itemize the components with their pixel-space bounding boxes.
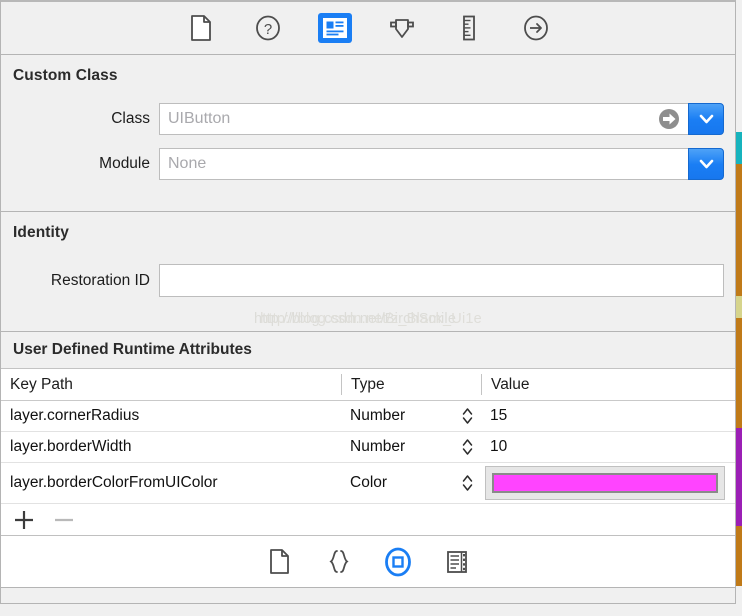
class-input[interactable]: UIButton — [159, 103, 688, 135]
module-input[interactable]: None — [159, 148, 688, 180]
edge-segment — [736, 526, 742, 586]
add-attribute-button[interactable] — [13, 509, 35, 531]
module-row: Module None — [1, 148, 735, 180]
row-value[interactable] — [481, 466, 735, 500]
row-key-path[interactable]: layer.borderColorFromUIColor — [1, 474, 341, 492]
edge-segment — [736, 0, 742, 132]
chevron-down-icon — [699, 114, 713, 124]
restoration-id-label: Restoration ID — [50, 271, 150, 289]
stepper-icon[interactable] — [462, 407, 473, 425]
row-value[interactable]: 15 — [481, 407, 735, 425]
custom-class-section: Custom Class Class UIButton Module None — [0, 55, 736, 212]
connections-inspector-icon[interactable] — [519, 13, 553, 43]
remove-attribute-button[interactable] — [53, 509, 75, 531]
media-library-icon[interactable] — [441, 547, 473, 577]
class-field-wrap: UIButton — [159, 103, 724, 135]
xcode-identity-inspector: ? Custom Class Class UIButton Module Non… — [0, 0, 742, 616]
restoration-id-row: Restoration ID — [1, 264, 735, 297]
runtime-attributes-section: User Defined Runtime Attributes Key Path… — [0, 332, 736, 536]
size-inspector-icon[interactable] — [452, 13, 486, 43]
class-label: Class — [111, 110, 150, 127]
background-window-edge — [736, 0, 742, 616]
attributes-inspector-icon[interactable] — [385, 13, 419, 43]
edge-segment — [736, 296, 742, 318]
identity-title: Identity — [13, 224, 69, 241]
stepper-icon[interactable] — [462, 438, 473, 456]
runtime-attributes-title: User Defined Runtime Attributes — [1, 332, 735, 369]
restoration-id-input[interactable] — [159, 264, 724, 297]
identity-section: Identity Restoration ID http://blog.csdn… — [0, 212, 736, 332]
watermark-overlay: http://blog.csdn.net/BirchSmilehttp://bl… — [1, 311, 735, 327]
runtime-attributes-table-header: Key Path Type Value — [1, 369, 735, 401]
table-row[interactable]: layer.borderColorFromUIColor Color — [1, 463, 735, 504]
quick-help-inspector-icon[interactable]: ? — [251, 13, 285, 43]
row-key-path[interactable]: layer.cornerRadius — [1, 407, 341, 425]
chevron-down-icon — [699, 159, 713, 169]
library-toolbar — [0, 536, 736, 588]
edge-segment — [736, 164, 742, 296]
column-header-value[interactable]: Value — [481, 374, 735, 395]
class-dropdown-button[interactable] — [688, 103, 724, 135]
file-template-icon[interactable] — [264, 547, 296, 577]
color-well[interactable] — [485, 466, 725, 500]
custom-class-title: Custom Class — [13, 67, 118, 84]
row-type[interactable]: Color — [341, 474, 481, 492]
row-type[interactable]: Number — [341, 438, 481, 456]
module-dropdown-button[interactable] — [688, 148, 724, 180]
watermark-line-a: http://blog.csdn.net/BirchSmile — [254, 311, 457, 327]
edge-segment — [736, 428, 742, 526]
row-value[interactable]: 10 — [481, 438, 735, 456]
row-key-path[interactable]: layer.borderWidth — [1, 438, 341, 456]
row-type-label: Number — [350, 407, 406, 424]
file-inspector-icon[interactable] — [184, 13, 218, 43]
object-library-icon[interactable] — [382, 547, 414, 577]
runtime-attributes-footer — [1, 504, 735, 536]
row-type-label: Number — [350, 438, 406, 455]
restoration-field-wrap — [159, 264, 724, 297]
color-swatch[interactable] — [492, 473, 718, 493]
column-header-key-path[interactable]: Key Path — [1, 374, 341, 395]
jump-to-definition-icon[interactable] — [658, 108, 680, 130]
module-field-wrap: None — [159, 148, 724, 180]
edge-segment — [736, 132, 742, 164]
watermark-line-b: http://blog.csdn.net/z_Black_Ui1e — [260, 311, 482, 327]
row-type[interactable]: Number — [341, 407, 481, 425]
svg-text:?: ? — [263, 21, 271, 38]
edge-segment — [736, 318, 742, 428]
inspector-toolbar: ? — [0, 0, 736, 55]
edge-segment — [736, 586, 742, 616]
column-header-type[interactable]: Type — [341, 374, 481, 395]
row-type-label: Color — [350, 474, 388, 491]
identity-inspector-icon[interactable] — [317, 13, 352, 43]
class-input-value: UIButton — [168, 110, 231, 127]
window-bottom-strip — [0, 588, 736, 604]
module-input-value: None — [168, 155, 207, 172]
inspector-panel: ? Custom Class Class UIButton Module Non… — [0, 0, 736, 616]
stepper-icon[interactable] — [462, 474, 473, 492]
class-row: Class UIButton — [1, 103, 735, 135]
table-row[interactable]: layer.cornerRadius Number 15 — [1, 401, 735, 432]
module-label: Module — [99, 155, 150, 172]
code-snippet-icon[interactable] — [323, 547, 355, 577]
table-row[interactable]: layer.borderWidth Number 10 — [1, 432, 735, 463]
